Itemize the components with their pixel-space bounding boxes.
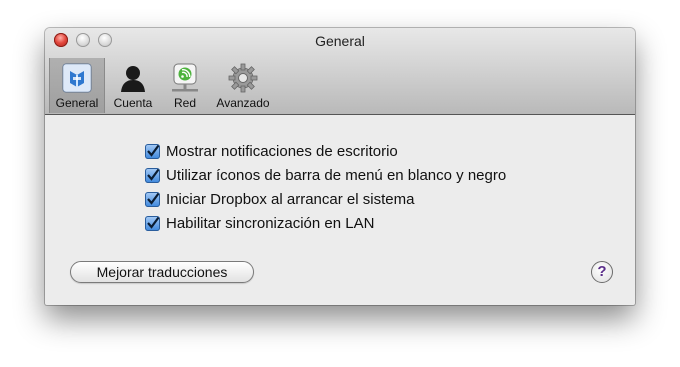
option-label: Habilitar sincronización en LAN — [166, 215, 375, 232]
account-person-icon — [116, 61, 150, 95]
tab-cuenta-label: Cuenta — [113, 96, 153, 110]
tab-red-label: Red — [173, 96, 196, 110]
gear-icon — [226, 61, 260, 95]
tab-cuenta[interactable]: Cuenta — [107, 58, 159, 113]
toolbar: General General Cuenta Red Avanzado — [45, 28, 635, 115]
checkbox-lan-sync[interactable] — [145, 216, 160, 231]
checkmark-icon — [147, 144, 160, 157]
checkbox-monochrome-icons[interactable] — [145, 168, 160, 183]
checkmark-icon — [147, 192, 160, 205]
improve-translations-button[interactable]: Mejorar traducciones — [70, 261, 254, 283]
window-title: General — [315, 33, 365, 49]
checkbox-start-on-boot[interactable] — [145, 192, 160, 207]
tab-general[interactable]: General — [49, 58, 105, 113]
preferences-window: General General Cuenta Red Avanzado Most… — [45, 28, 635, 305]
dropbox-general-icon — [60, 61, 94, 95]
option-label: Mostrar notificaciones de escritorio — [166, 143, 398, 160]
network-icon — [168, 61, 202, 95]
help-button[interactable]: ? — [591, 261, 613, 283]
tab-avanzado-label: Avanzado — [216, 96, 270, 110]
option-label: Iniciar Dropbox al arrancar el sistema — [166, 191, 415, 208]
checkmark-icon — [147, 216, 160, 229]
option-label: Utilizar íconos de barra de menú en blan… — [166, 167, 507, 184]
tab-general-label: General — [55, 96, 99, 110]
tab-avanzado[interactable]: Avanzado — [210, 58, 276, 113]
tab-red[interactable]: Red — [163, 58, 207, 113]
checkbox-desktop-notifications[interactable] — [145, 144, 160, 159]
checkmark-icon — [147, 168, 160, 181]
